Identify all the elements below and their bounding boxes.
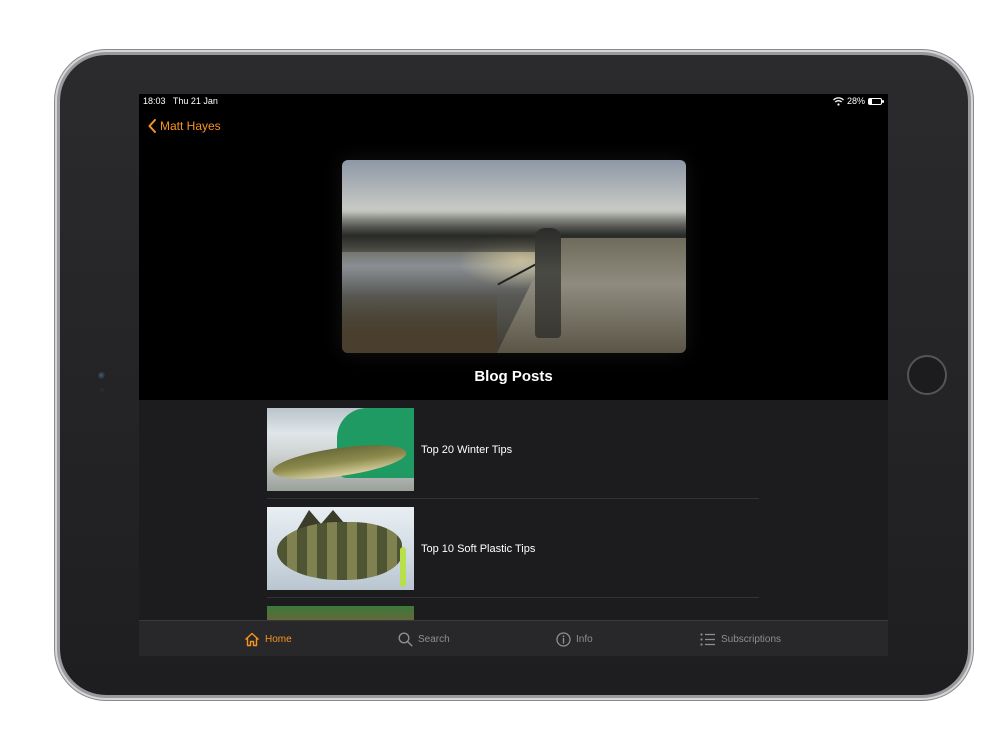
status-right: 28% (833, 96, 884, 106)
tab-label: Info (576, 633, 593, 645)
hero-riverbank (496, 238, 686, 353)
post-thumbnail (267, 507, 414, 590)
tab-label: Subscriptions (721, 633, 782, 645)
status-bar: 18:03 Thu 21 Jan 28% (139, 94, 888, 108)
blog-post-list[interactable]: Top 20 Winter Tips Top 10 Soft Plastic T… (139, 400, 888, 620)
sensor-dot (100, 388, 104, 392)
search-icon (398, 631, 413, 646)
info-icon (556, 631, 571, 647)
post-title: Top 10 Soft Plastic Tips (421, 542, 536, 555)
tab-info[interactable]: Info (556, 621, 593, 656)
home-button[interactable] (907, 355, 947, 395)
hero-angler (535, 228, 561, 338)
tab-home[interactable]: Home (244, 621, 292, 656)
back-label: Matt Hayes (160, 119, 221, 133)
tab-subscriptions[interactable]: Subscriptions (700, 621, 781, 656)
blog-post-item[interactable]: Top 20 Winter Tips (267, 400, 759, 499)
thumb-soft-plastic-lure (400, 547, 406, 587)
tab-search[interactable]: Search (398, 621, 450, 656)
post-thumbnail (267, 606, 414, 620)
hero-grass (342, 293, 497, 353)
tab-label: Search (418, 633, 450, 645)
home-icon (245, 632, 259, 646)
battery-fill (869, 98, 873, 104)
wifi-icon (833, 96, 844, 106)
blog-post-item[interactable]: Top 10 Soft Plastic Tips (267, 499, 759, 598)
hero-image (342, 160, 686, 353)
app-screen: 18:03 Thu 21 Jan 28% Matt Hayes Blog Pos… (139, 94, 888, 656)
back-button[interactable]: Matt Hayes (148, 119, 221, 133)
tab-label: Home (265, 633, 292, 645)
status-date: Thu 21 Jan (172, 96, 218, 106)
battery-percent: 28% (846, 96, 865, 106)
chevron-left-icon (148, 119, 156, 133)
post-title: Top 20 Winter Tips (421, 443, 513, 456)
thumb-perch-fish (277, 522, 402, 580)
blog-post-item[interactable] (267, 598, 759, 620)
status-clock: 18:03 (143, 96, 166, 106)
tab-bar: Home Search Info Subscriptions (139, 620, 888, 656)
section-title: Blog Posts (474, 368, 553, 385)
status-time: 18:03 Thu 21 Jan (143, 96, 218, 106)
post-thumbnail (267, 408, 414, 491)
battery-icon (868, 97, 884, 105)
list-icon (700, 632, 715, 646)
camera-icon (98, 372, 106, 380)
